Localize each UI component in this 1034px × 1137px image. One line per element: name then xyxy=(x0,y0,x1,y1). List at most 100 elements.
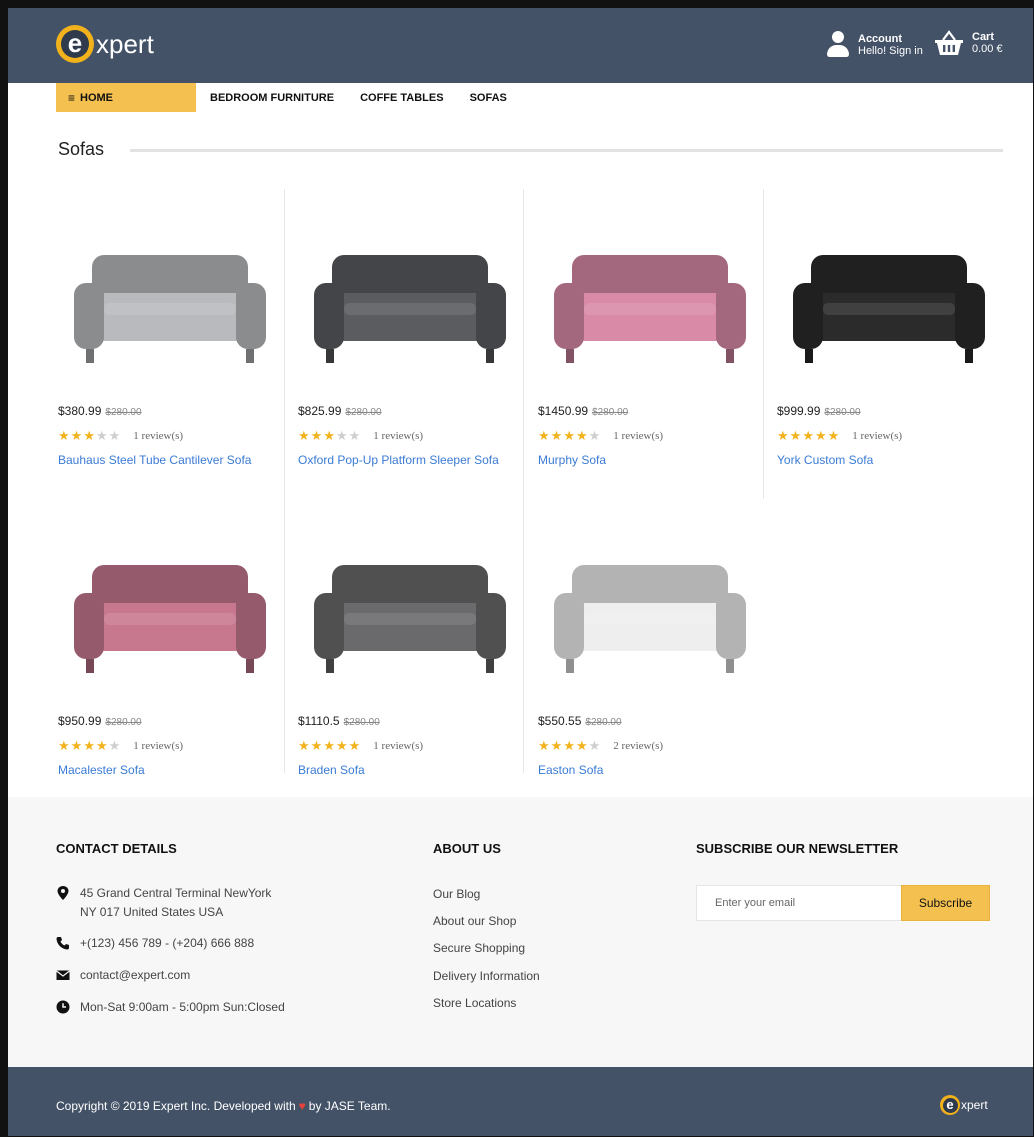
review-count[interactable]: 1 review(s) xyxy=(373,430,423,442)
product-card[interactable]: $380.99 $280.00 ★★★★★ 1 review(s) Bauhaus St… xyxy=(58,189,288,489)
rating-row: ★★★★★ 1 review(s) xyxy=(58,738,183,754)
product-image-wrap[interactable] xyxy=(544,513,756,703)
product-image-wrap[interactable] xyxy=(304,203,516,393)
review-count[interactable]: 1 review(s) xyxy=(373,740,423,752)
star-icon: ★ xyxy=(538,738,551,753)
product-old-price: $280.00 xyxy=(343,717,380,728)
product-image[interactable] xyxy=(64,513,276,703)
star-icon: ★ xyxy=(323,738,336,753)
clock-icon xyxy=(56,1000,70,1014)
product-image-wrap[interactable] xyxy=(783,203,995,393)
opening-hours: Mon-Sat 9:00am - 5:00pm Sun:Closed xyxy=(80,1000,285,1014)
product-image[interactable] xyxy=(544,203,756,393)
product-name-link[interactable]: Murphy Sofa xyxy=(538,451,753,470)
product-image[interactable] xyxy=(304,513,516,703)
product-card[interactable]: $950.99 $280.00 ★★★★★ 1 review(s) Macalester… xyxy=(58,499,288,799)
review-count[interactable]: 1 review(s) xyxy=(613,430,663,442)
star-icon: ★ xyxy=(95,428,109,443)
star-icon: ★ xyxy=(58,738,71,753)
star-icon: ★ xyxy=(827,428,841,443)
product-image[interactable] xyxy=(783,203,995,393)
footer-link-our-blog[interactable]: Our Blog xyxy=(433,887,480,901)
review-count[interactable]: 1 review(s) xyxy=(133,740,183,752)
main-nav: ≡ HOME BEDROOM FURNITURE COFFE TABLES SO… xyxy=(56,83,507,112)
rating-row: ★★★★★ 1 review(s) xyxy=(298,738,423,754)
product-image-wrap[interactable] xyxy=(64,203,276,393)
star-icon: ★ xyxy=(575,428,589,443)
title-divider xyxy=(130,149,1003,152)
star-rating: ★★★★★ xyxy=(538,738,601,754)
product-price: $1110.5 xyxy=(298,714,340,728)
page-title: Sofas xyxy=(58,139,105,159)
product-card[interactable]: $999.99 $280.00 ★★★★★ 1 review(s) York Custo… xyxy=(777,189,1007,489)
heart-icon: ♥ xyxy=(298,1099,306,1113)
newsletter-email-input[interactable] xyxy=(696,885,902,921)
footer-logo-text: xpert xyxy=(961,1098,988,1112)
review-count[interactable]: 1 review(s) xyxy=(133,430,183,442)
star-icon: ★ xyxy=(538,428,551,443)
product-name-link[interactable]: Oxford Pop-Up Platform Sleeper Sofa xyxy=(298,451,513,470)
price-row: $550.55 $280.00 xyxy=(538,714,622,728)
star-icon: ★ xyxy=(588,738,602,753)
product-card[interactable]: $550.55 $280.00 ★★★★★ 2 review(s) Easton Sof… xyxy=(538,499,768,799)
page-frame: e xpert Account Hello! Sign in Cart 0.00… xyxy=(0,0,1034,1137)
basket-icon xyxy=(935,30,963,55)
site-logo[interactable]: e xpert xyxy=(56,24,154,64)
account-link[interactable]: Account Hello! Sign in xyxy=(826,30,923,60)
product-name-link[interactable]: York Custom Sofa xyxy=(777,451,992,470)
product-old-price: $280.00 xyxy=(345,407,382,418)
phone-number[interactable]: +(123) 456 789 - (+204) 666 888 xyxy=(80,934,254,953)
nav-home-label: HOME xyxy=(80,91,114,104)
product-image[interactable] xyxy=(544,513,756,703)
footer-link-store-locations[interactable]: Store Locations xyxy=(433,996,516,1010)
product-grid: $380.99 $280.00 ★★★★★ 1 review(s) Bauhaus St… xyxy=(48,189,1008,777)
address-line-1: 45 Grand Central Terminal NewYork xyxy=(80,886,272,900)
nav-item-sofas[interactable]: SOFAS xyxy=(470,92,507,104)
nav-item-coffe-tables[interactable]: COFFE TABLES xyxy=(360,92,444,104)
product-name-link[interactable]: Braden Sofa xyxy=(298,761,513,780)
star-rating: ★★★★★ xyxy=(298,428,361,444)
subscribe-button[interactable]: Subscribe xyxy=(901,885,990,921)
bottom-bar: Copyright © 2019 Expert Inc. Developed w… xyxy=(8,1067,1033,1136)
site-footer xyxy=(8,797,1033,1067)
star-icon: ★ xyxy=(588,428,602,443)
product-image-wrap[interactable] xyxy=(544,203,756,393)
star-icon: ★ xyxy=(550,428,564,443)
copyright-text: Copyright © 2019 Expert Inc. Developed w… xyxy=(56,1099,391,1113)
product-image-wrap[interactable] xyxy=(304,513,516,703)
product-card[interactable]: $1450.99 $280.00 ★★★★★ 1 review(s) Murphy So… xyxy=(538,189,768,489)
map-pin-icon xyxy=(57,886,69,900)
price-row: $950.99 $280.00 xyxy=(58,714,142,728)
product-image[interactable] xyxy=(304,203,516,393)
account-sub: Hello! Sign in xyxy=(858,44,923,57)
price-row: $1110.5 $280.00 xyxy=(298,714,380,728)
price-row: $825.99 $280.00 xyxy=(298,404,382,418)
product-card[interactable]: $1110.5 $280.00 ★★★★★ 1 review(s) Braden Sof… xyxy=(298,499,528,799)
footer-link-delivery-information[interactable]: Delivery Information xyxy=(433,969,540,983)
star-icon: ★ xyxy=(310,428,324,443)
product-image-wrap[interactable] xyxy=(64,513,276,703)
nav-home[interactable]: ≡ HOME xyxy=(56,83,196,112)
product-name-link[interactable]: Easton Sofa xyxy=(538,761,753,780)
product-name-link[interactable]: Macalester Sofa xyxy=(58,761,273,780)
footer-link-about-our-shop[interactable]: About our Shop xyxy=(433,914,516,928)
star-icon: ★ xyxy=(298,428,311,443)
star-icon: ★ xyxy=(335,428,349,443)
nav-item-bedroom-furniture[interactable]: BEDROOM FURNITURE xyxy=(210,92,334,104)
product-card[interactable]: $825.99 $280.00 ★★★★★ 1 review(s) Oxford Pop… xyxy=(298,189,528,489)
footer-link-secure-shopping[interactable]: Secure Shopping xyxy=(433,941,525,955)
product-image[interactable] xyxy=(64,203,276,393)
review-count[interactable]: 1 review(s) xyxy=(852,430,902,442)
contact-address: 45 Grand Central Terminal NewYork NY 017… xyxy=(56,884,271,922)
footer-logo[interactable]: e xpert xyxy=(940,1095,988,1115)
cart-total: 0.00 € xyxy=(972,42,1003,55)
product-name-link[interactable]: Bauhaus Steel Tube Cantilever Sofa xyxy=(58,451,273,470)
logo-mark-icon: e xyxy=(56,25,94,63)
footer-logo-mark-icon: e xyxy=(940,1095,960,1115)
review-count[interactable]: 2 review(s) xyxy=(613,740,663,752)
product-price: $550.55 xyxy=(538,714,582,728)
star-icon: ★ xyxy=(58,428,71,443)
cart-link[interactable]: Cart 0.00 € xyxy=(934,30,1003,56)
email-address[interactable]: contact@expert.com xyxy=(80,966,190,985)
copyright-pre: Copyright © 2019 Expert Inc. Developed w… xyxy=(56,1099,296,1113)
